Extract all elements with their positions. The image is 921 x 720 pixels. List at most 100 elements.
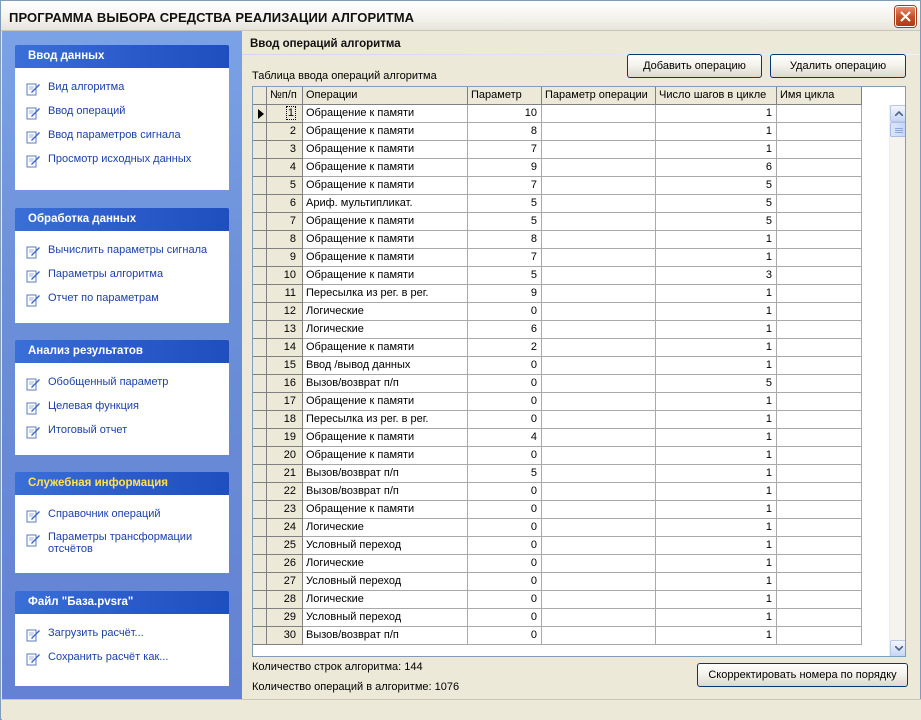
cell-operation[interactable]: Обращение к памяти (303, 393, 468, 411)
row-selector[interactable] (253, 213, 267, 231)
table-row[interactable]: 9 Обращение к памяти 7 1 (253, 249, 889, 267)
cell-loop-steps[interactable]: 1 (656, 537, 777, 555)
cell-operation-parameter[interactable] (542, 105, 656, 123)
cell-loop-steps[interactable]: 1 (656, 105, 777, 123)
cell-operation[interactable]: Логические (303, 555, 468, 573)
cell-operation-parameter[interactable] (542, 339, 656, 357)
cell-loop-name[interactable] (777, 105, 862, 123)
cell-parameter[interactable]: 0 (468, 447, 542, 465)
cell-parameter[interactable]: 9 (468, 159, 542, 177)
cell-loop-name[interactable] (777, 393, 862, 411)
cell-number[interactable]: 9 (267, 249, 303, 267)
cell-loop-name[interactable] (777, 591, 862, 609)
table-row[interactable]: 21 Вызов/возврат п/п 5 1 (253, 465, 889, 483)
row-selector[interactable] (253, 609, 267, 627)
cell-parameter[interactable]: 0 (468, 537, 542, 555)
cell-operation[interactable]: Условный переход (303, 573, 468, 591)
row-selector[interactable] (253, 375, 267, 393)
cell-operation-parameter[interactable] (542, 429, 656, 447)
cell-number[interactable]: 3 (267, 141, 303, 159)
row-selector[interactable] (253, 177, 267, 195)
cell-number[interactable]: 13 (267, 321, 303, 339)
cell-loop-steps[interactable]: 1 (656, 447, 777, 465)
cell-parameter[interactable]: 0 (468, 609, 542, 627)
delete-operation-button[interactable]: Удалить операцию (770, 54, 906, 78)
cell-loop-steps[interactable]: 1 (656, 627, 777, 645)
cell-operation-parameter[interactable] (542, 159, 656, 177)
sidebar-item-params-report[interactable]: Отчет по параметрам (16, 287, 228, 311)
cell-parameter[interactable]: 7 (468, 249, 542, 267)
row-selector[interactable] (253, 393, 267, 411)
table-row[interactable]: 30 Вызов/возврат п/п 0 1 (253, 627, 889, 645)
cell-loop-name[interactable] (777, 627, 862, 645)
cell-operation-parameter[interactable] (542, 231, 656, 249)
cell-number[interactable]: 19 (267, 429, 303, 447)
cell-loop-name[interactable] (777, 285, 862, 303)
table-row[interactable]: 11 Пересылка из рег. в рег. 9 1 (253, 285, 889, 303)
cell-operation-parameter[interactable] (542, 303, 656, 321)
cell-number[interactable]: 20 (267, 447, 303, 465)
cell-loop-steps[interactable]: 1 (656, 501, 777, 519)
row-selector[interactable] (253, 537, 267, 555)
cell-operation-parameter[interactable] (542, 483, 656, 501)
cell-loop-name[interactable] (777, 231, 862, 249)
cell-number[interactable]: 16 (267, 375, 303, 393)
cell-operation[interactable]: Обращение к памяти (303, 159, 468, 177)
cell-operation[interactable]: Обращение к памяти (303, 339, 468, 357)
table-row[interactable]: 23 Обращение к памяти 0 1 (253, 501, 889, 519)
row-selector[interactable] (253, 159, 267, 177)
cell-loop-steps[interactable]: 1 (656, 465, 777, 483)
cell-loop-steps[interactable]: 1 (656, 123, 777, 141)
cell-loop-steps[interactable]: 1 (656, 609, 777, 627)
cell-loop-steps[interactable]: 1 (656, 411, 777, 429)
row-selector[interactable] (253, 555, 267, 573)
sidebar-item-algorithm-params[interactable]: Параметры алгоритма (16, 263, 228, 287)
cell-number[interactable]: 28 (267, 591, 303, 609)
table-row[interactable]: 3 Обращение к памяти 7 1 (253, 141, 889, 159)
cell-operation-parameter[interactable] (542, 609, 656, 627)
vertical-scrollbar[interactable] (889, 105, 905, 656)
table-row[interactable]: 28 Логические 0 1 (253, 591, 889, 609)
cell-loop-name[interactable] (777, 375, 862, 393)
cell-number[interactable]: 21 (267, 465, 303, 483)
cell-parameter[interactable]: 0 (468, 591, 542, 609)
cell-loop-name[interactable] (777, 501, 862, 519)
cell-parameter[interactable]: 7 (468, 177, 542, 195)
table-row[interactable]: 7 Обращение к памяти 5 5 (253, 213, 889, 231)
cell-operation[interactable]: Ввод /вывод данных (303, 357, 468, 375)
table-row[interactable]: 4 Обращение к памяти 9 6 (253, 159, 889, 177)
cell-operation[interactable]: Вызов/возврат п/п (303, 483, 468, 501)
row-selector[interactable] (253, 105, 267, 123)
table-row[interactable]: 6 Ариф. мультипликат. 5 5 (253, 195, 889, 213)
cell-operation-parameter[interactable] (542, 213, 656, 231)
cell-parameter[interactable]: 5 (468, 465, 542, 483)
cell-operation-parameter[interactable] (542, 267, 656, 285)
column-header-operation-parameter[interactable]: Параметр операции (542, 87, 656, 105)
cell-loop-name[interactable] (777, 141, 862, 159)
cell-loop-steps[interactable]: 1 (656, 231, 777, 249)
cell-loop-name[interactable] (777, 123, 862, 141)
cell-loop-steps[interactable]: 5 (656, 177, 777, 195)
cell-operation-parameter[interactable] (542, 447, 656, 465)
row-selector[interactable] (253, 501, 267, 519)
row-selector[interactable] (253, 591, 267, 609)
cell-parameter[interactable]: 5 (468, 267, 542, 285)
cell-number[interactable]: 17 (267, 393, 303, 411)
cell-parameter[interactable]: 0 (468, 393, 542, 411)
cell-operation-parameter[interactable] (542, 285, 656, 303)
cell-loop-steps[interactable]: 1 (656, 591, 777, 609)
sidebar-item-final-report[interactable]: Итоговый отчет (16, 419, 228, 443)
table-row[interactable]: 24 Логические 0 1 (253, 519, 889, 537)
cell-operation[interactable]: Обращение к памяти (303, 501, 468, 519)
renumber-button[interactable]: Скорректировать номера по порядку (697, 663, 908, 687)
cell-number[interactable]: 30 (267, 627, 303, 645)
cell-operation-parameter[interactable] (542, 177, 656, 195)
cell-operation-parameter[interactable] (542, 537, 656, 555)
row-selector[interactable] (253, 357, 267, 375)
cell-number[interactable]: 5 (267, 177, 303, 195)
sidebar-item-view-source-data[interactable]: Просмотр исходных данных (16, 148, 228, 172)
cell-operation-parameter[interactable] (542, 195, 656, 213)
row-selector[interactable] (253, 231, 267, 249)
sidebar-item-operations-input[interactable]: Ввод операций (16, 100, 228, 124)
table-row[interactable]: 22 Вызов/возврат п/п 0 1 (253, 483, 889, 501)
